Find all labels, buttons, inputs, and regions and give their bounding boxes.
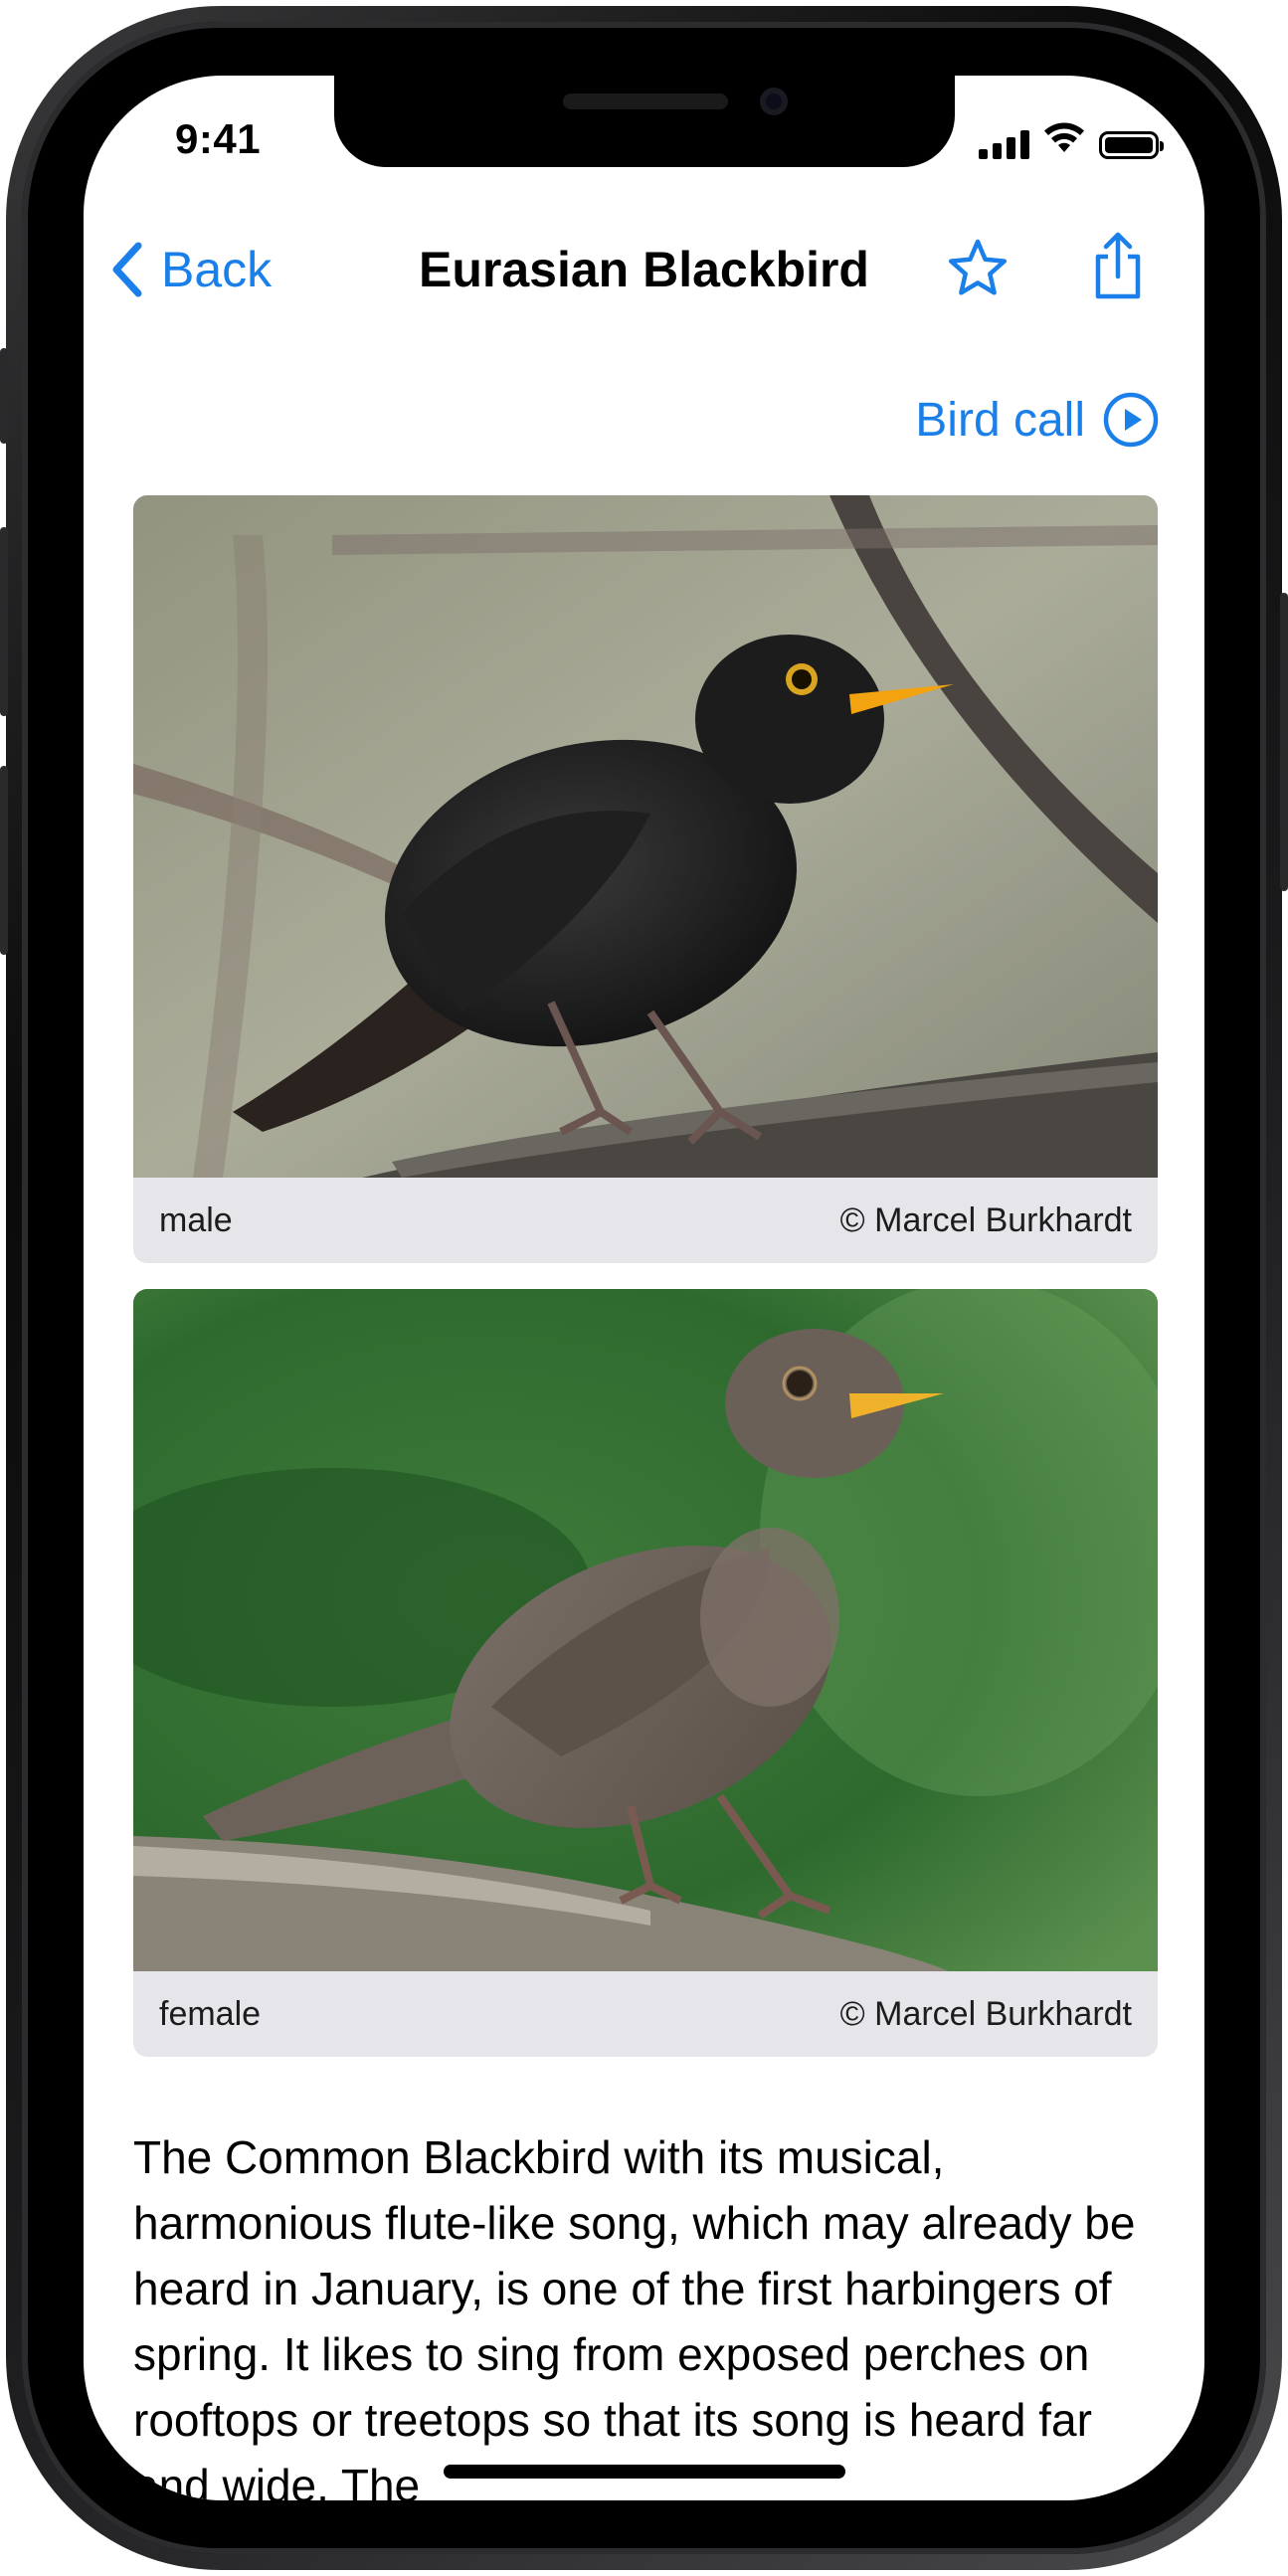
navigation-bar: Eurasian Blackbird Back — [84, 225, 1204, 314]
cellular-signal-icon — [979, 129, 1029, 159]
wifi-icon — [1043, 122, 1085, 159]
bird-call-button[interactable]: Bird call — [915, 392, 1159, 448]
photo-caption: male © Marcel Burkhardt — [133, 1178, 1158, 1263]
female-blackbird-photo — [133, 1289, 1158, 1971]
play-circle-icon — [1103, 392, 1159, 448]
battery-icon — [1099, 131, 1164, 159]
status-time: 9:41 — [175, 115, 262, 162]
share-icon — [1095, 232, 1141, 299]
volume-down-button — [0, 766, 8, 955]
share-button[interactable] — [1090, 231, 1146, 305]
male-blackbird-photo — [133, 495, 1158, 1178]
screen: 9:41 Eurasian Blackbird Back Bird call m… — [84, 76, 1204, 2500]
front-camera — [760, 88, 788, 115]
volume-up-button — [0, 527, 8, 716]
photo-card-male[interactable]: male © Marcel Burkhardt — [133, 495, 1158, 1263]
photo-label: female — [159, 1994, 262, 2033]
bird-call-label: Bird call — [915, 393, 1085, 447]
power-button — [1280, 593, 1288, 891]
photo-credit: © Marcel Burkhardt — [839, 1994, 1132, 2033]
star-icon — [948, 239, 1008, 295]
species-description: The Common Blackbird with its musical, h… — [133, 2131, 1136, 2500]
notch — [334, 76, 955, 167]
photo-caption: female © Marcel Burkhardt — [133, 1971, 1158, 2057]
home-indicator[interactable] — [444, 2465, 845, 2479]
photo-credit: © Marcel Burkhardt — [839, 1200, 1132, 1239]
earpiece-speaker — [563, 93, 728, 109]
status-indicators — [979, 122, 1164, 159]
back-button[interactable]: Back — [111, 225, 272, 314]
photo-label: male — [159, 1200, 233, 1239]
favorite-button[interactable] — [947, 237, 1009, 303]
silent-switch — [0, 348, 8, 444]
back-label: Back — [161, 242, 273, 297]
photo-card-female[interactable]: female © Marcel Burkhardt — [133, 1289, 1158, 2057]
chevron-left-icon — [112, 242, 142, 297]
